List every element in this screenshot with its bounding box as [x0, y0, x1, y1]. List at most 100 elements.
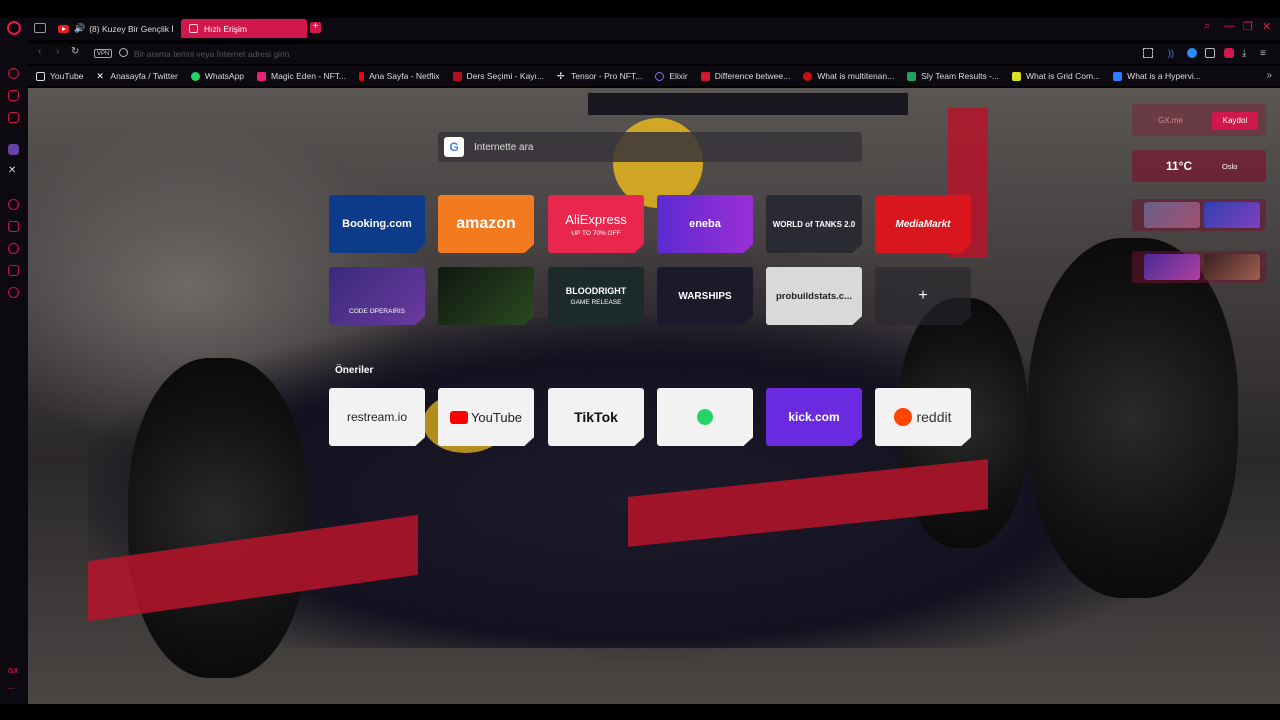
speed-dial-warships[interactable]: WARSHIPS	[657, 267, 753, 325]
page-icon	[36, 71, 45, 81]
weather-widget[interactable]: 11°C Oslo	[1132, 150, 1266, 182]
youtube-icon	[58, 24, 69, 33]
google-search-input[interactable]	[474, 141, 834, 153]
speed-dial-amazon[interactable]: amazon	[438, 195, 534, 253]
maximize-icon[interactable]: ❐	[1243, 20, 1253, 33]
add-speed-dial-button[interactable]: +	[875, 267, 971, 325]
bookmark-whatsapp[interactable]: WhatsApp	[190, 71, 244, 81]
speed-dial-mediamarkt[interactable]: MediaMarkt	[875, 195, 971, 253]
bookmark-twitter[interactable]: ✕ Anasayfa / Twitter	[96, 71, 177, 81]
download-icon[interactable]: ⤓	[1242, 48, 1252, 59]
menu-icon[interactable]: ≡	[1260, 48, 1270, 59]
suggestion-tiktok[interactable]: TikTok	[548, 388, 644, 446]
mod-thumbnail[interactable]	[1204, 254, 1260, 280]
speed-dial-icon	[189, 24, 198, 33]
site-icon	[803, 71, 813, 81]
bookmark-multitenant[interactable]: What is multitenan...	[803, 71, 894, 81]
settings-icon[interactable]	[8, 287, 19, 298]
suggestion-restream[interactable]: restream.io	[329, 388, 425, 446]
speaker-icon[interactable]: 🔊	[74, 23, 85, 34]
speed-dial-background	[28, 88, 1280, 704]
suggestion-whatsapp[interactable]	[657, 388, 753, 446]
tab-youtube[interactable]: 🔊 (8) Kuzey Bir Gençlik İ	[55, 19, 175, 38]
reddit-icon	[894, 408, 913, 426]
bookmark-difference[interactable]: Difference betwee...	[700, 71, 790, 81]
signup-button[interactable]: Kaydol	[1212, 112, 1258, 130]
bookmark-tensor[interactable]: ✢ Tensor - Pro NFT...	[557, 71, 642, 81]
gx-games-widget[interactable]	[1132, 199, 1266, 231]
background-wheel	[128, 358, 308, 678]
bookmark-hypervisor[interactable]: What is a Hypervi...	[1113, 71, 1201, 81]
vpn-badge[interactable]: VPN	[94, 49, 113, 58]
profile-icon[interactable]	[1187, 48, 1197, 58]
tab-title: (8) Kuzey Bir Gençlik İ	[89, 23, 174, 34]
google-icon: G	[444, 137, 464, 157]
tab-title: Hızlı Erişim	[204, 23, 247, 34]
gx-label[interactable]: GX	[8, 668, 18, 675]
suggestion-kick[interactable]: kick.com	[766, 388, 862, 446]
tab-menu-icon[interactable]	[34, 23, 46, 33]
speed-dial-aliexpress[interactable]: AliExpress UP TO 70% OFF	[548, 195, 644, 253]
audio-icon[interactable]: ))	[1168, 48, 1178, 58]
screen-bottom-bar	[0, 704, 1280, 720]
pin-icon[interactable]	[8, 221, 19, 232]
new-tab-button[interactable]: +	[310, 22, 321, 33]
speed-dial-bloodright[interactable]: BLOODRIGHT GAME RELEASE	[548, 267, 644, 325]
background-wheel	[1028, 238, 1238, 598]
game-thumbnail[interactable]	[1144, 202, 1200, 228]
bookmark-elixir[interactable]: Elixir	[655, 71, 688, 81]
messenger-icon[interactable]	[8, 112, 19, 123]
history-icon[interactable]	[8, 243, 19, 254]
youtube-logo-icon	[449, 410, 468, 424]
forward-icon[interactable]: ›	[56, 46, 59, 57]
opera-gx-logo-icon[interactable]	[7, 21, 21, 35]
google-search-box[interactable]: G	[438, 132, 862, 162]
gx-me-label: GX.me	[1158, 116, 1183, 125]
player-icon[interactable]	[8, 199, 19, 210]
speed-dial-eneba[interactable]: eneba	[657, 195, 753, 253]
speed-dial-promo-code[interactable]: CODE OPERAIRIS	[329, 267, 425, 325]
bookmark-youtube[interactable]: YouTube	[36, 71, 83, 81]
suggestion-youtube[interactable]: YouTube	[438, 388, 534, 446]
school-icon	[452, 71, 462, 81]
bag-icon[interactable]	[8, 90, 19, 101]
whatsapp-icon	[190, 71, 200, 81]
speed-dial-booking[interactable]: Booking.com	[329, 195, 425, 253]
snapshot-icon[interactable]	[1143, 48, 1153, 58]
mod-thumbnail[interactable]	[1144, 254, 1200, 280]
bookmark-grid-computing[interactable]: What is Grid Com...	[1012, 71, 1100, 81]
gx-me-widget: GX.me Kaydol	[1132, 104, 1266, 136]
close-icon[interactable]: ✕	[1262, 20, 1271, 33]
x-icon: ✕	[96, 70, 104, 81]
x-sidebar-icon[interactable]: ✕	[8, 166, 19, 177]
twitch-icon[interactable]	[8, 144, 19, 155]
gx-corner-icon[interactable]	[8, 68, 19, 79]
minimize-icon[interactable]: —	[1224, 20, 1235, 32]
bookmark-ders-secimi[interactable]: Ders Seçimi - Kayı...	[452, 71, 544, 81]
search-tabs-icon[interactable]: ⌕	[1204, 20, 1210, 33]
reload-icon[interactable]: ↻	[71, 46, 79, 57]
sheets-icon	[907, 71, 917, 81]
extensions-icon[interactable]	[1205, 48, 1215, 58]
gx-mods-widget[interactable]	[1132, 251, 1266, 283]
back-icon[interactable]: ‹	[38, 46, 41, 57]
bookmark-netflix[interactable]: Ana Sayfa - Netflix	[359, 71, 440, 81]
bookmark-magic-eden[interactable]: Magic Eden - NFT...	[257, 71, 346, 81]
speed-dial-world-of-tanks[interactable]: WORLD of TANKS 2.0	[766, 195, 862, 253]
netflix-icon	[359, 71, 365, 81]
tensor-icon: ✢	[557, 70, 565, 81]
tab-speed-dial[interactable]: Hızlı Erişim	[181, 19, 307, 38]
game-thumbnail[interactable]	[1204, 202, 1260, 228]
more-icon[interactable]: ···	[8, 686, 15, 693]
bookmark-sly-team[interactable]: Sly Team Results -...	[907, 71, 999, 81]
suggestion-reddit[interactable]: reddit	[875, 388, 971, 446]
bookmarks-overflow-icon[interactable]: »	[1266, 70, 1272, 81]
gx-control-icon[interactable]	[1224, 48, 1234, 58]
elixir-icon	[655, 71, 665, 81]
speed-dial-probuildstats[interactable]: probuildstats.c...	[766, 267, 862, 325]
background-rear-wing	[588, 93, 908, 115]
bookmarks-bar: YouTube ✕ Anasayfa / Twitter WhatsApp Mag…	[28, 66, 1280, 86]
extensions-sidebar-icon[interactable]	[8, 265, 19, 276]
address-input[interactable]	[134, 47, 834, 61]
speed-dial-game-tile[interactable]	[438, 267, 534, 325]
